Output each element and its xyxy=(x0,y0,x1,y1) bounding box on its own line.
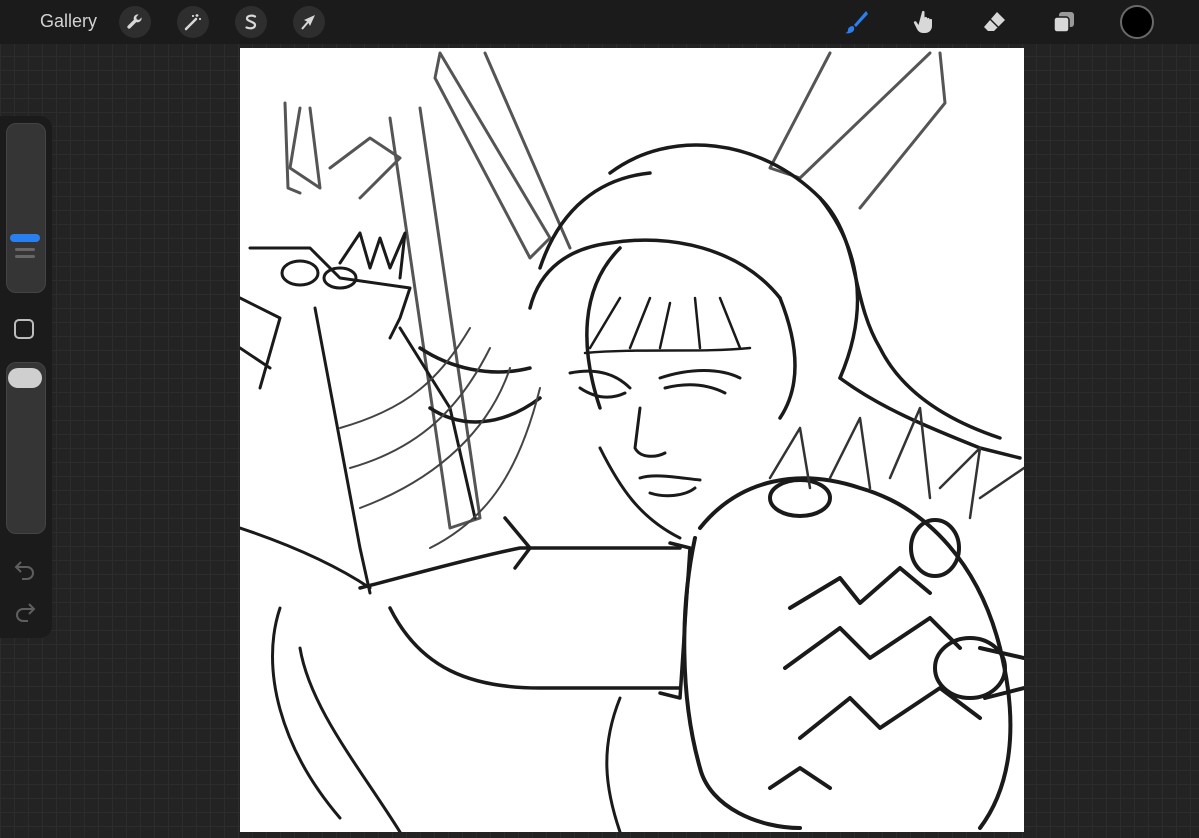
eraser-tool-button[interactable] xyxy=(977,4,1013,40)
undo-icon[interactable] xyxy=(13,557,37,581)
selection-button[interactable] xyxy=(235,6,267,38)
transform-button[interactable] xyxy=(293,6,325,38)
brush-size-thumb[interactable] xyxy=(10,234,40,242)
brush-icon xyxy=(845,11,868,34)
modify-button[interactable] xyxy=(14,319,34,339)
selection-s-icon xyxy=(245,14,257,30)
gallery-button[interactable]: Gallery xyxy=(40,11,97,32)
smudge-icon xyxy=(913,10,932,33)
brush-size-indicator xyxy=(15,248,35,262)
smudge-tool-button[interactable] xyxy=(907,4,943,40)
wrench-icon xyxy=(127,14,142,29)
layers-icon xyxy=(1053,12,1074,33)
actions-button[interactable] xyxy=(119,6,151,38)
transform-arrow-icon xyxy=(301,15,315,30)
redo-icon[interactable] xyxy=(13,599,37,623)
eraser-icon xyxy=(984,12,1005,31)
layers-button[interactable] xyxy=(1046,4,1082,40)
top-toolbar: Gallery xyxy=(0,0,1199,44)
left-sidebar xyxy=(0,116,52,638)
brush-tool-button[interactable] xyxy=(838,4,874,40)
magic-wand-icon xyxy=(184,14,201,31)
adjustments-button[interactable] xyxy=(177,6,209,38)
sketch-artwork xyxy=(240,51,1024,832)
color-picker-button[interactable] xyxy=(1120,5,1154,39)
drawing-canvas[interactable] xyxy=(240,48,1024,832)
opacity-thumb[interactable] xyxy=(8,368,42,388)
brush-size-slider[interactable] xyxy=(6,123,46,293)
